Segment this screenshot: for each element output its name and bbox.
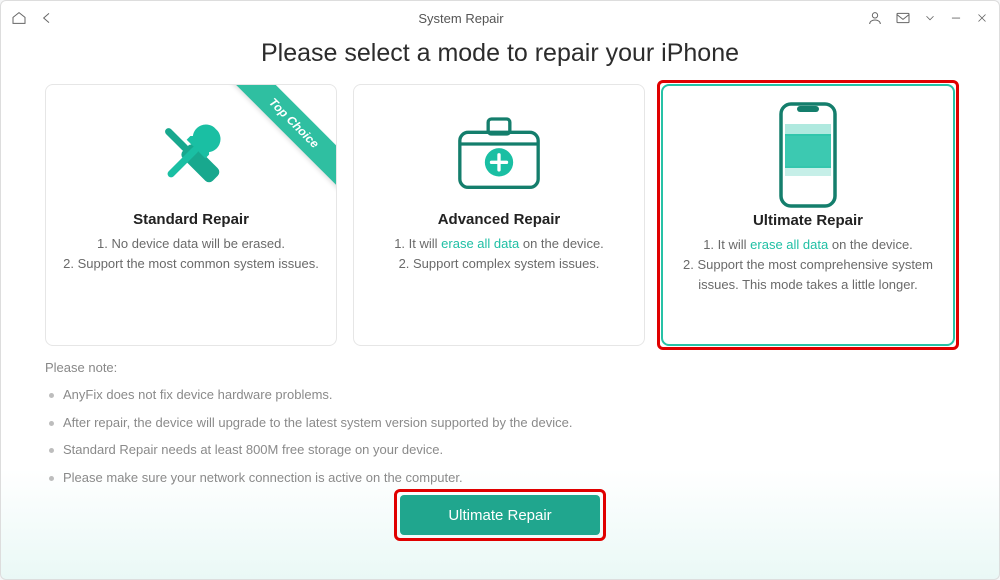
home-icon[interactable] [11,10,27,26]
card-desc-line: 1. No device data will be erased. [62,234,320,254]
please-note-section: Please note: AnyFix does not fix device … [1,346,999,487]
ultimate-repair-button[interactable]: Ultimate Repair [400,495,600,535]
close-icon[interactable] [975,11,989,25]
card-ultimate-repair[interactable]: Ultimate Repair 1. It will erase all dat… [661,84,955,346]
card-standard-repair[interactable]: Top Choice Standard Repair 1. No device … [45,84,337,346]
titlebar-right [867,10,989,26]
erase-all-data-text: erase all data [750,237,828,252]
please-note-title: Please note: [45,360,955,375]
card-desc-line: 2. Support the most common system issues… [62,254,320,274]
card-title: Advanced Repair [364,211,634,228]
mode-card-row: Top Choice Standard Repair 1. No device … [1,84,999,346]
standard-repair-icon [56,99,326,209]
back-icon[interactable] [39,10,55,26]
card-desc-line: 1. It will erase all data on the device. [370,234,628,254]
card-desc: 1. No device data will be erased. 2. Sup… [56,234,326,274]
erase-all-data-text: erase all data [441,236,519,251]
mail-icon[interactable] [895,10,911,26]
titlebar: System Repair [1,1,999,35]
card-advanced-repair[interactable]: Advanced Repair 1. It will erase all dat… [353,84,645,346]
please-note-item: AnyFix does not fix device hardware prob… [45,385,955,405]
please-note-item: Standard Repair needs at least 800M free… [45,440,955,460]
window-title: System Repair [55,11,867,26]
please-note-list: AnyFix does not fix device hardware prob… [45,385,955,487]
please-note-item: After repair, the device will upgrade to… [45,413,955,433]
titlebar-left [11,10,55,26]
app-window: System Repair Please select a mode to re… [0,0,1000,580]
card-desc-line: 1. It will erase all data on the device. [679,235,937,255]
advanced-repair-icon [364,99,634,209]
primary-button-container: Ultimate Repair [400,495,600,535]
please-note-item: Please make sure your network connection… [45,468,955,488]
card-desc-line: 2. Support the most comprehensive system… [679,255,937,295]
card-desc: 1. It will erase all data on the device.… [673,235,943,295]
card-desc: 1. It will erase all data on the device.… [364,234,634,274]
minimize-icon[interactable] [949,11,963,25]
account-icon[interactable] [867,10,883,26]
card-title: Ultimate Repair [673,212,943,229]
page-title: Please select a mode to repair your iPho… [1,39,999,68]
card-title: Standard Repair [56,211,326,228]
ultimate-repair-icon [673,100,943,210]
chevron-down-icon[interactable] [923,11,937,25]
card-desc-line: 2. Support complex system issues. [370,254,628,274]
